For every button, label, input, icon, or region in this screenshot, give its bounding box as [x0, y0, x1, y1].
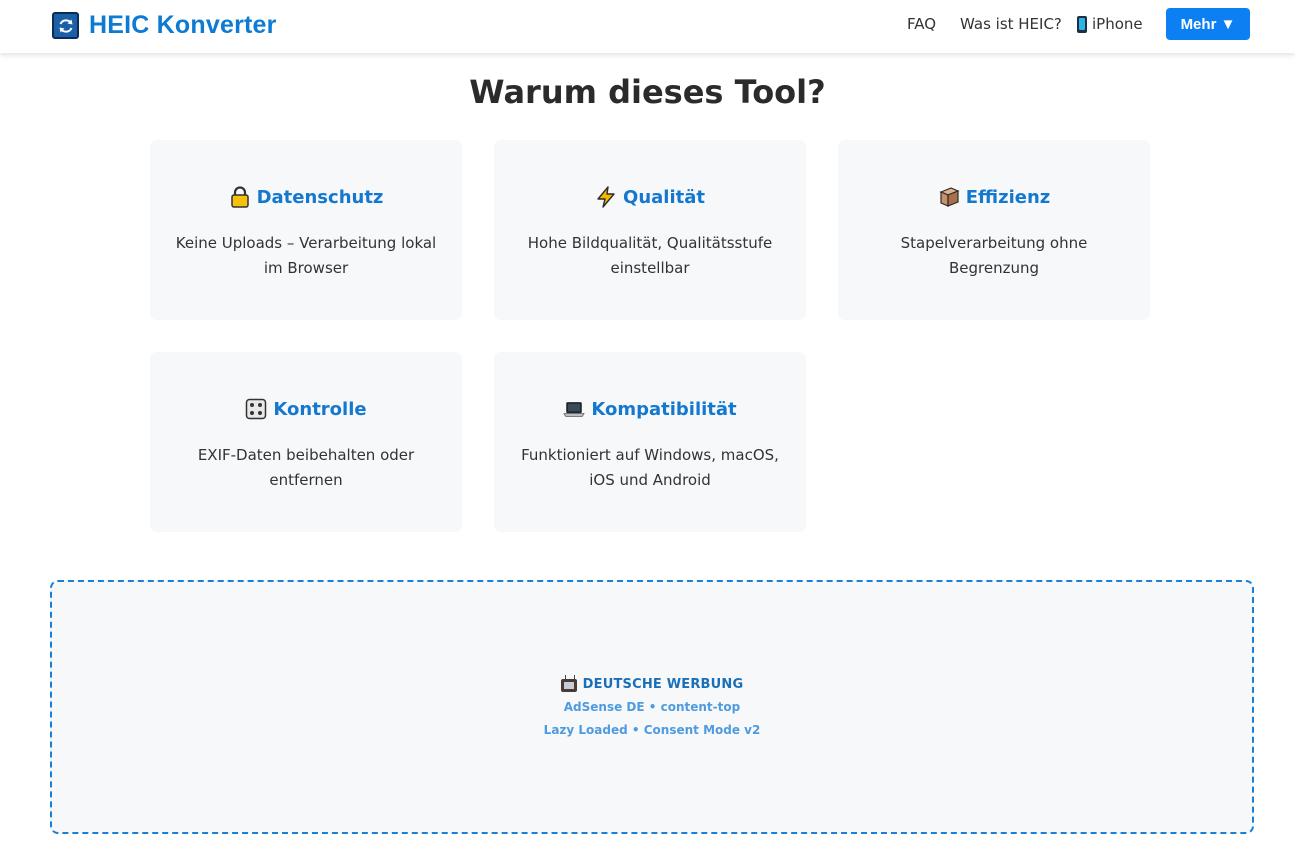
feature-card-control: Kontrolle EXIF-Daten beibehalten oder en… [150, 352, 462, 532]
card-text: Funktioniert auf Windows, macOS, iOS und… [521, 446, 779, 489]
brand-name: HEIC Konverter [89, 11, 277, 39]
box-icon [938, 186, 960, 208]
nav-faq-link[interactable]: FAQ [907, 15, 936, 33]
brand-logo[interactable]: HEIC Konverter [52, 11, 277, 40]
card-text: EXIF-Daten beibehalten oder entfernen [197, 446, 415, 489]
mobile-phone-icon [1077, 15, 1087, 33]
feature-card-efficiency: Effizienz Stapelverarbeitung ohne Begren… [838, 140, 1150, 320]
site-header: HEIC Konverter FAQ Was ist HEIC? iPhone … [0, 0, 1295, 53]
feature-card-compatibility: Kompatibilität Funktioniert auf Windows,… [494, 352, 806, 532]
feature-card-quality: Qualität Hohe Bildqualität, Qualitätsstu… [494, 140, 806, 320]
card-text: Keine Uploads – Verarbeitung lokal im Br… [175, 234, 437, 277]
ad-info-line: AdSense DE • content-top [563, 700, 741, 714]
more-menu-button[interactable]: Mehr ▼ [1166, 8, 1250, 40]
card-title: Qualität [623, 186, 705, 208]
control-knobs-icon [245, 398, 267, 420]
lightning-icon [595, 186, 617, 208]
tv-icon [560, 679, 577, 692]
card-title: Kompatibilität [591, 398, 737, 420]
card-text: Stapelverarbeitung ohne Begrenzung [900, 234, 1088, 277]
refresh-icon [52, 12, 79, 39]
card-text: Hohe Bildqualität, Qualitätsstufe einste… [527, 234, 773, 277]
laptop-icon [563, 398, 586, 420]
card-title: Effizienz [965, 186, 1051, 208]
lock-icon [229, 186, 251, 208]
nav-what-is-heic-link[interactable]: Was ist HEIC? [960, 15, 1062, 33]
nav-iphone-label: iPhone [1092, 15, 1143, 33]
feature-card-privacy: Datenschutz Keine Uploads – Verarbeitung… [150, 140, 462, 320]
ad-placeholder: DEUTSCHE WERBUNG AdSense DE • content-to… [50, 580, 1254, 834]
nav-iphone-link[interactable]: iPhone [1077, 15, 1143, 33]
section-title: Warum dieses Tool? [469, 73, 826, 111]
ad-title: DEUTSCHE WERBUNG [582, 677, 744, 692]
card-title: Kontrolle [273, 398, 367, 420]
card-title: Datenschutz [256, 186, 384, 208]
ad-info-line: Lazy Loaded • Consent Mode v2 [543, 723, 761, 737]
